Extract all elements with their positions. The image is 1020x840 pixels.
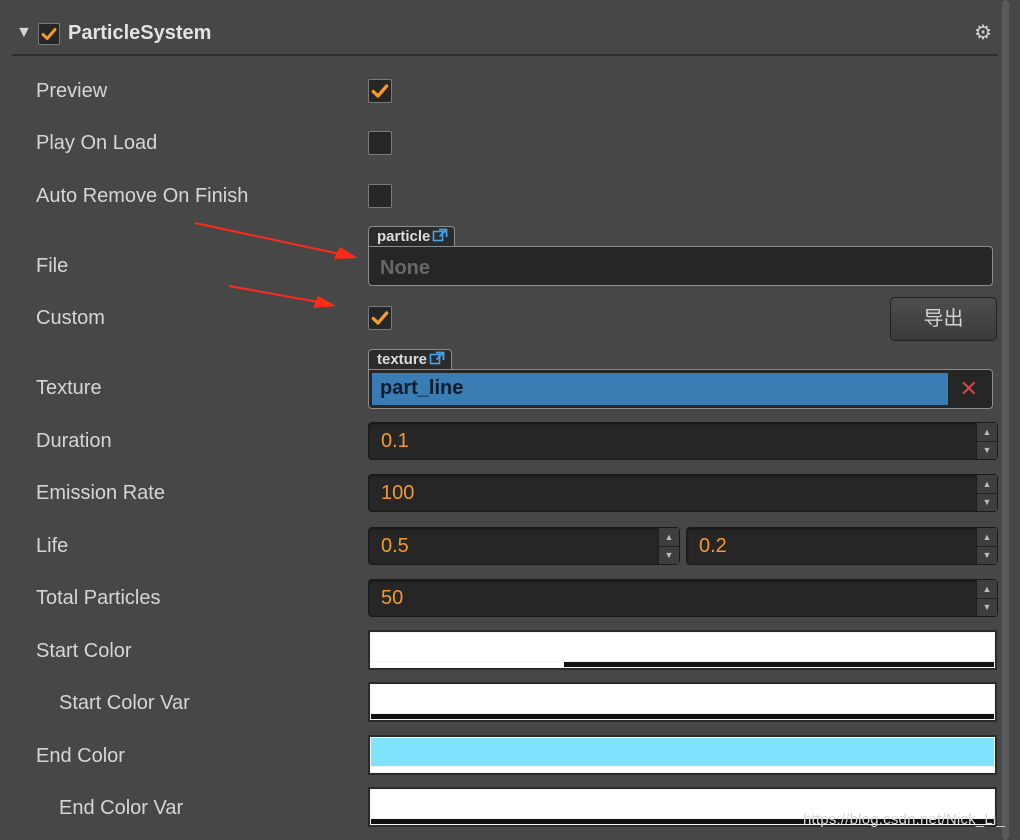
annotation-arrow-file (194, 222, 358, 259)
scrollbar-thumb[interactable] (1002, 0, 1009, 840)
properties-panel: ▼ ParticleSystem ⚙ Preview Play On Load … (0, 0, 1020, 840)
watermark: https://blog.csdn.net/Nick_Li_ (803, 811, 1005, 828)
annotation-arrows (194, 222, 358, 308)
annotation-arrow-custom (228, 285, 336, 308)
scrollbar[interactable] (1002, 0, 1009, 840)
